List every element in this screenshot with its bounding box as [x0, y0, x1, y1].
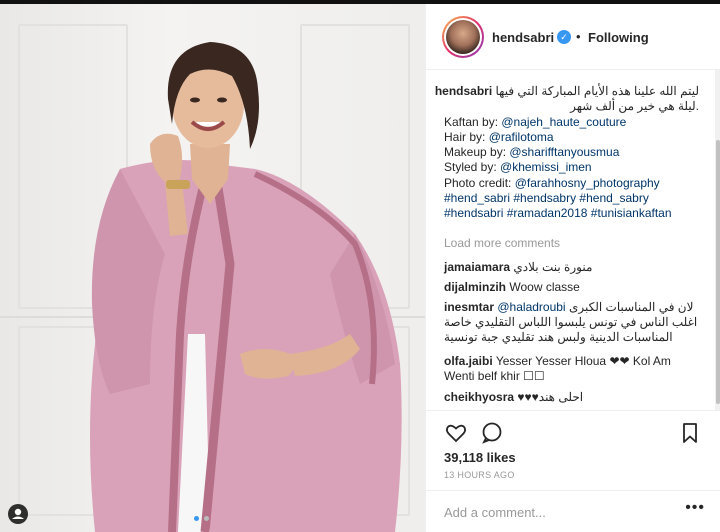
mention-link[interactable]: @khemissi_imen [500, 160, 592, 174]
comments-list[interactable]: ليتم الله علينا هذه الأيام المباركة التي… [426, 70, 720, 410]
caption-arabic-text-2: .ليلة هي خير من ألف شهر [570, 99, 699, 114]
comment-item: dijalminzih Woow classe [444, 280, 699, 295]
user-tag-icon[interactable] [8, 504, 28, 524]
mention-link[interactable]: @najeh_haute_couture [501, 115, 626, 129]
comment-username[interactable]: olfa.jaibi [444, 354, 493, 368]
comment-item: cheikhyosra ♥♥♥احلى هند [444, 390, 699, 405]
carousel-dot-active[interactable] [194, 516, 199, 521]
caption-photo-credit: Photo credit: @farahhosny_photography [444, 175, 660, 190]
mention-link[interactable]: @rafilotoma [489, 130, 554, 144]
carousel-dot[interactable] [204, 516, 209, 521]
hashtag-links[interactable]: #hendsabri #ramadan2018 #tunisiankaftan [444, 206, 699, 221]
comments-scrollbar[interactable] [715, 70, 720, 410]
instagram-post-window: hendsabri ✓ • Following ليتم الله علينا … [0, 0, 720, 532]
woman-in-kaftan-illustration [90, 42, 402, 532]
post-header: hendsabri ✓ • Following [426, 4, 720, 70]
caption-arabic-text: ليتم الله علينا هذه الأيام المباركة التي… [495, 84, 699, 98]
mention-link[interactable]: @sharifftanyousmua [509, 145, 619, 159]
add-comment-input[interactable] [444, 503, 674, 521]
comment-text: Yesser Yesser Hloua ❤❤ Kol Am [495, 354, 671, 368]
scrollbar-thumb[interactable] [716, 140, 720, 404]
comment-item: inesmtar @haladroubi لان في المناسبات ال… [444, 300, 699, 345]
comment-text: لان في المناسبات الكبرى [568, 300, 694, 314]
verified-badge-icon: ✓ [557, 30, 571, 44]
caption-makeup-credit: Makeup by: @sharifftanyousmua [444, 145, 620, 160]
likes-count[interactable]: 39,118 likes [444, 450, 516, 465]
comment-text-line: اغلب الناس في تونس يلبسوا اللباس التقليد… [444, 315, 698, 329]
separator-dot: • [576, 29, 581, 44]
caption-styled-credit: Styled by: @khemissi_imen [444, 160, 592, 175]
bookmark-icon[interactable] [678, 421, 702, 445]
comment-text: Woow classe [509, 280, 580, 294]
comment-text-line: المناسبات الدينية ولبس هند تقليدي جبة تو… [444, 330, 673, 344]
caption-username[interactable]: hendsabri [435, 84, 492, 98]
load-more-comments-button[interactable]: Load more comments [444, 236, 560, 250]
post-photo[interactable] [0, 4, 425, 532]
post-username[interactable]: hendsabri [492, 30, 554, 45]
avatar[interactable] [442, 16, 484, 58]
hashtag-links[interactable]: #hend_sabri #hendsabry #hend_sabry [444, 191, 699, 206]
post-timestamp[interactable]: 13 HOURS AGO [444, 470, 515, 480]
carousel-indicator[interactable] [194, 516, 218, 522]
comment-text-line: Wenti belf khir ☐☐ [444, 369, 545, 383]
add-comment-section: ••• [426, 490, 720, 532]
heart-icon[interactable] [444, 421, 468, 445]
comment-item: olfa.jaibi Yesser Yesser Hloua ❤❤ Kol Am… [444, 354, 699, 384]
avatar-image [446, 20, 480, 54]
comment-username[interactable]: cheikhyosra [444, 390, 514, 404]
comment-icon[interactable] [480, 421, 504, 445]
mention-link[interactable]: @farahhosny_photography [515, 176, 660, 190]
caption-kaftan-credit: Kaftan by: @najeh_haute_couture [444, 114, 627, 129]
comment-username[interactable]: dijalminzih [444, 280, 506, 294]
comment-text: ♥♥♥احلى هند [517, 390, 584, 404]
more-options-icon[interactable]: ••• [685, 499, 705, 517]
following-button[interactable]: Following [588, 30, 649, 45]
mention-link[interactable]: @haladroubi [497, 300, 565, 314]
comment-item: jamaiamara منورة بنت بلادي [444, 260, 699, 275]
post-sidebar: hendsabri ✓ • Following ليتم الله علينا … [425, 4, 720, 532]
avatar-frame [444, 18, 482, 56]
caption-hair-credit: Hair by: @rafilotoma [444, 129, 554, 144]
comment-username[interactable]: inesmtar [444, 300, 494, 314]
comment-text: منورة بنت بلادي [513, 260, 593, 274]
post-caption: ليتم الله علينا هذه الأيام المباركة التي… [435, 84, 699, 222]
comment-username[interactable]: jamaiamara [444, 260, 510, 274]
